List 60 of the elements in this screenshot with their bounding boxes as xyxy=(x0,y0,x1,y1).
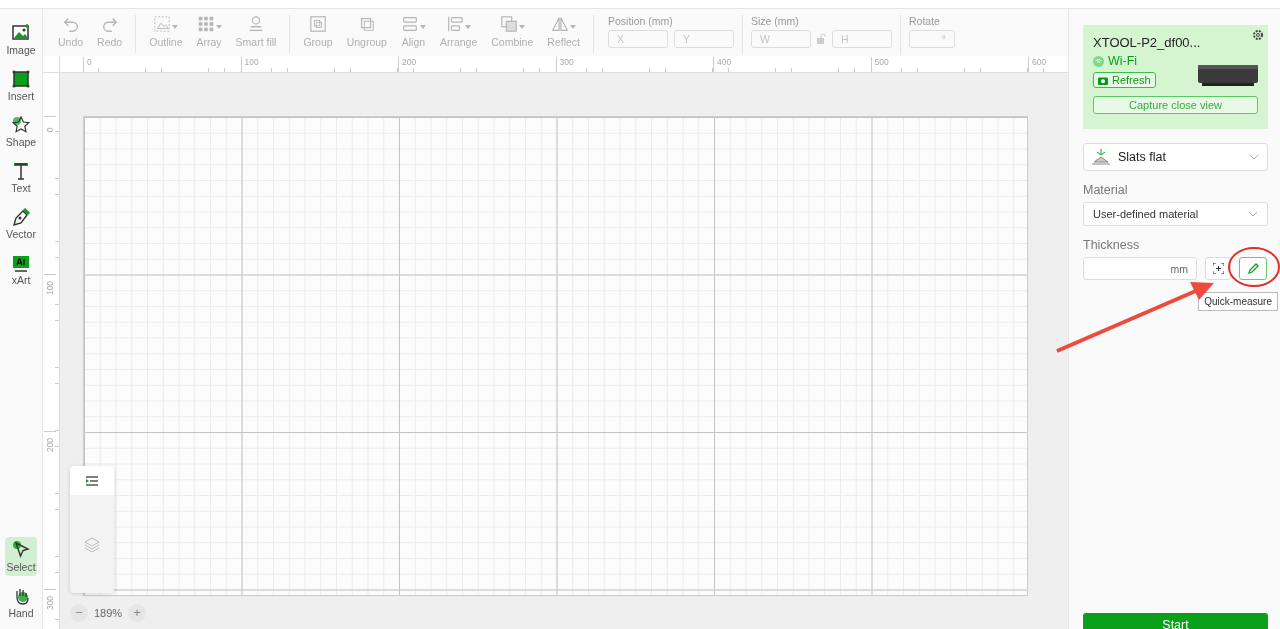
annotation-circle xyxy=(1228,247,1280,287)
group-icon xyxy=(309,15,328,33)
square-icon xyxy=(11,69,31,89)
grid-icon xyxy=(196,15,215,33)
outline-icon xyxy=(153,15,172,33)
focus-button[interactable] xyxy=(1205,257,1231,280)
tool-button[interactable]: Select xyxy=(5,537,37,576)
tool-button[interactable]: Vector xyxy=(5,204,37,243)
material-label: Material xyxy=(1083,183,1129,197)
ruler-label: 200 xyxy=(45,437,55,453)
tool-button[interactable]: Hand xyxy=(5,583,37,622)
start-button[interactable]: Start xyxy=(1083,613,1268,629)
tool-button[interactable]: Shape xyxy=(5,112,37,151)
printer-drawing xyxy=(1198,63,1258,87)
tool-button[interactable]: Insert xyxy=(5,66,37,105)
ruler-label: 300 xyxy=(45,595,55,610)
thickness-field[interactable]: mm xyxy=(1083,257,1197,280)
laser-bed-icon xyxy=(1092,149,1110,165)
rotate-label: Rotate xyxy=(909,15,941,27)
star-icon xyxy=(11,115,31,135)
image-icon xyxy=(11,23,31,43)
tool-button[interactable]: xArt xyxy=(5,250,37,289)
stamp-icon xyxy=(247,15,265,33)
tool-button[interactable]: Text xyxy=(5,158,37,197)
align-icon xyxy=(400,15,419,33)
size-label: Size (mm) xyxy=(751,15,800,27)
ruler-label: 100 xyxy=(45,280,55,295)
text-icon xyxy=(11,161,31,181)
zoom-in-button[interactable]: + xyxy=(128,604,147,622)
pencil-icon xyxy=(1247,262,1259,275)
rotate-field[interactable]: ° xyxy=(909,30,955,48)
combine-icon xyxy=(499,15,518,33)
zoom-out-button[interactable]: − xyxy=(70,604,88,622)
pen-icon xyxy=(11,207,31,227)
quick-measure-button[interactable] xyxy=(1239,257,1267,280)
chevron-icon xyxy=(1249,154,1259,160)
thickness-label: Thickness xyxy=(1083,238,1141,252)
reflect-icon xyxy=(551,15,570,33)
focus-icon xyxy=(1212,263,1224,274)
zoom-level: 189% xyxy=(94,607,123,619)
ruler-label: 0 xyxy=(45,127,55,133)
tool-button[interactable]: Image xyxy=(5,20,37,59)
settings-icon[interactable] xyxy=(1252,29,1264,41)
refresh-button[interactable]: Refresh xyxy=(1093,72,1156,88)
ai-board-icon xyxy=(11,253,31,273)
tooltip: Quick-measure xyxy=(1198,292,1278,311)
material-dropdown[interactable]: User-defined material xyxy=(1083,202,1268,226)
mode-dropdown[interactable]: Slats flat xyxy=(1083,143,1268,171)
redo-icon xyxy=(100,15,119,33)
cursor-icon xyxy=(11,540,31,560)
camera-icon xyxy=(1098,75,1108,85)
list-icon[interactable] xyxy=(86,475,98,486)
device-name: XTOOL-P2_df00... xyxy=(1093,35,1202,50)
capture-button[interactable]: Capture close view xyxy=(1093,96,1258,114)
arrange-icon xyxy=(446,15,465,33)
position-label: Position (mm) xyxy=(608,15,674,27)
wifi-icon xyxy=(1093,55,1104,67)
undo-icon xyxy=(61,15,80,33)
chevron-icon xyxy=(1248,211,1258,217)
connection-label: Wi-Fi xyxy=(1108,54,1138,68)
